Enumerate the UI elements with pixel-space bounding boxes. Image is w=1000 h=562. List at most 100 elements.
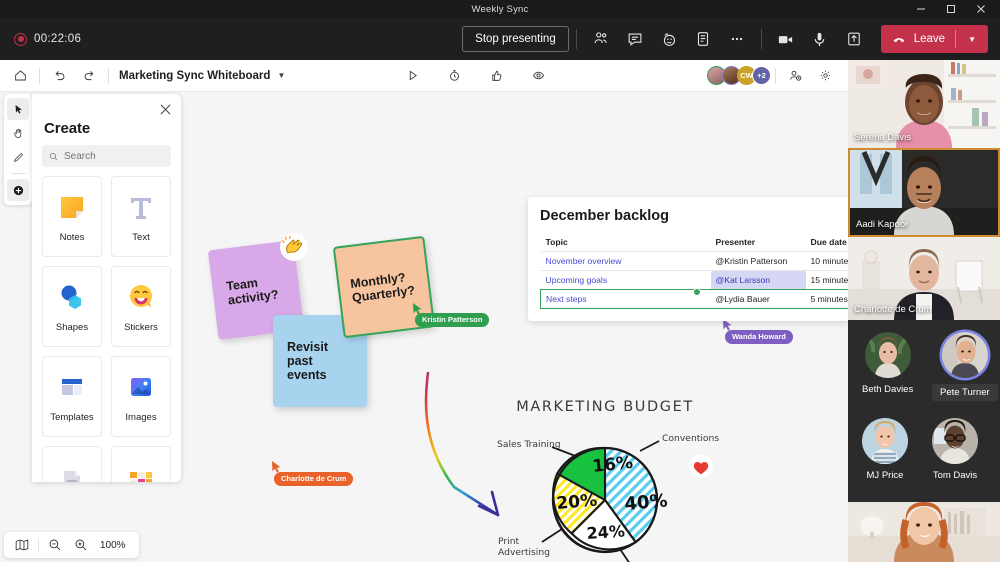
maximize-icon[interactable]	[936, 0, 966, 18]
present-icon[interactable]	[397, 61, 427, 91]
create-tile-label: Images	[125, 412, 156, 423]
zoom-level[interactable]: 100%	[95, 540, 133, 551]
table-row[interactable]: November overview @Kristin Patterson 10 …	[541, 252, 849, 271]
participant-name: Pete Turner	[932, 384, 998, 401]
chat-icon[interactable]	[618, 23, 652, 55]
cell-due-date: 15 minutes	[806, 271, 849, 290]
cursor-wanda-howard: Wanda Howard	[722, 318, 793, 344]
text-icon	[125, 191, 157, 223]
divider-2	[761, 29, 762, 49]
zoom-in-icon[interactable]	[69, 534, 93, 556]
pen-tool[interactable]	[7, 146, 29, 168]
avatar	[865, 332, 911, 378]
divider	[38, 539, 39, 552]
slice-label-print-advertising: 20%	[556, 491, 598, 514]
participant-name: MJ Price	[867, 470, 904, 481]
participant-beth-davies[interactable]: Beth Davies	[862, 332, 913, 395]
divider	[108, 68, 109, 84]
video-tile-charlotte-de-crum[interactable]: Charlotte de Crum	[848, 237, 1000, 320]
video-tile-aadi-kapoor[interactable]: Aadi Kapoor	[848, 148, 1000, 237]
images-icon	[125, 371, 157, 403]
more-icon[interactable]	[720, 23, 754, 55]
redo-icon[interactable]	[74, 61, 104, 91]
notes-icon[interactable]	[686, 23, 720, 55]
search-field[interactable]	[42, 145, 171, 167]
zoom-out-icon[interactable]	[43, 534, 67, 556]
avatar	[942, 332, 988, 378]
mic-icon[interactable]	[803, 23, 837, 55]
undo-icon[interactable]	[44, 61, 74, 91]
chart-title: MARKETING BUDGET	[516, 399, 694, 415]
hand-tool[interactable]	[7, 122, 29, 144]
video-tile-bottom[interactable]	[848, 502, 1000, 562]
window-controls	[906, 0, 996, 18]
table-row[interactable]: Upcoming goals @Kat Larsson 15 minutes	[541, 271, 849, 290]
close-icon[interactable]	[966, 0, 996, 18]
chevron-down-icon[interactable]: ▼	[963, 35, 980, 44]
video-tile-name: Serena Davis	[854, 132, 911, 143]
sticky-note-text: Revisit past events	[287, 340, 353, 382]
selection-handle[interactable]	[693, 288, 701, 296]
cell-presenter: @Lydia Bauer	[711, 290, 806, 309]
share-icon[interactable]	[837, 23, 871, 55]
create-tool[interactable]	[7, 179, 29, 201]
divider	[775, 68, 776, 84]
create-tile-grid[interactable]	[111, 446, 171, 482]
people-icon[interactable]	[584, 23, 618, 55]
create-tile-notes[interactable]: Notes	[42, 176, 102, 257]
cursor-label: Wanda Howard	[725, 330, 793, 344]
reactions-icon[interactable]	[652, 23, 686, 55]
camera-icon[interactable]	[769, 23, 803, 55]
shapes-icon	[56, 281, 88, 313]
avatar-overflow[interactable]: +2	[752, 66, 771, 85]
stop-presenting-button[interactable]: Stop presenting	[462, 26, 569, 52]
select-tool[interactable]	[7, 98, 29, 120]
table-title: December backlog	[540, 208, 838, 224]
avatar-group[interactable]: CW +2	[707, 66, 771, 85]
participant-mj-price[interactable]: MJ Price	[862, 418, 908, 481]
stickers-icon	[125, 281, 157, 313]
minimap-icon[interactable]	[10, 534, 34, 556]
follow-eye-icon[interactable]	[523, 61, 553, 91]
add-people-icon[interactable]	[780, 61, 810, 91]
minimize-icon[interactable]	[906, 0, 936, 18]
search-input[interactable]	[64, 151, 164, 162]
column-header-topic: Topic	[541, 233, 711, 252]
settings-gear-icon[interactable]	[810, 61, 840, 91]
cursor-label: Kristin Patterson	[415, 313, 489, 327]
create-tile-templates[interactable]: Templates	[42, 356, 102, 437]
create-tile-stickers[interactable]: Stickers	[111, 266, 171, 347]
meeting-title: Weekly Sync	[472, 4, 529, 15]
cell-topic: November overview	[541, 252, 711, 271]
create-tile-images[interactable]: Images	[111, 356, 171, 437]
whiteboard-toolbar: Marketing Sync Whiteboard ▼	[0, 60, 848, 92]
create-tile-grid: Notes Text	[42, 176, 171, 482]
avatar	[932, 418, 978, 464]
column-header-presenter: Presenter	[711, 233, 806, 252]
close-icon[interactable]	[157, 101, 173, 117]
search-icon	[49, 151, 58, 162]
create-tile-shapes[interactable]: Shapes	[42, 266, 102, 347]
create-tile-documents[interactable]	[42, 446, 102, 482]
whiteboard-tool-rail	[4, 94, 32, 205]
table-header-row: Topic Presenter Due date	[541, 233, 849, 252]
thumbs-up-icon[interactable]	[481, 61, 511, 91]
participant-pete-turner[interactable]: Pete Turner	[932, 332, 998, 401]
leave-button[interactable]: Leave ▼	[881, 25, 988, 53]
create-panel-heading: Create	[44, 120, 171, 137]
timer-icon[interactable]	[439, 61, 469, 91]
whiteboard-canvas[interactable]: Marketing Sync Whiteboard ▼	[0, 60, 848, 562]
divider	[11, 173, 26, 174]
video-tile-serena-davis[interactable]: Serena Davis	[848, 60, 1000, 148]
home-icon[interactable]	[5, 61, 35, 91]
callout-sales-training: Sales Training	[497, 439, 561, 450]
create-tile-text[interactable]: Text	[111, 176, 171, 257]
participant-tom-davis[interactable]: Tom Davis	[932, 418, 978, 481]
backlog-table-card[interactable]: December backlog Topic Presenter Due dat…	[528, 197, 848, 321]
create-tile-label: Templates	[50, 412, 93, 423]
chevron-down-icon[interactable]: ▼	[277, 71, 285, 80]
avatar	[862, 418, 908, 464]
callout-print-advertising-line2: Advertising	[498, 547, 550, 558]
whiteboard-presence: CW +2	[707, 61, 848, 91]
participant-grid: Beth Davies Pete Turner	[848, 320, 1000, 498]
